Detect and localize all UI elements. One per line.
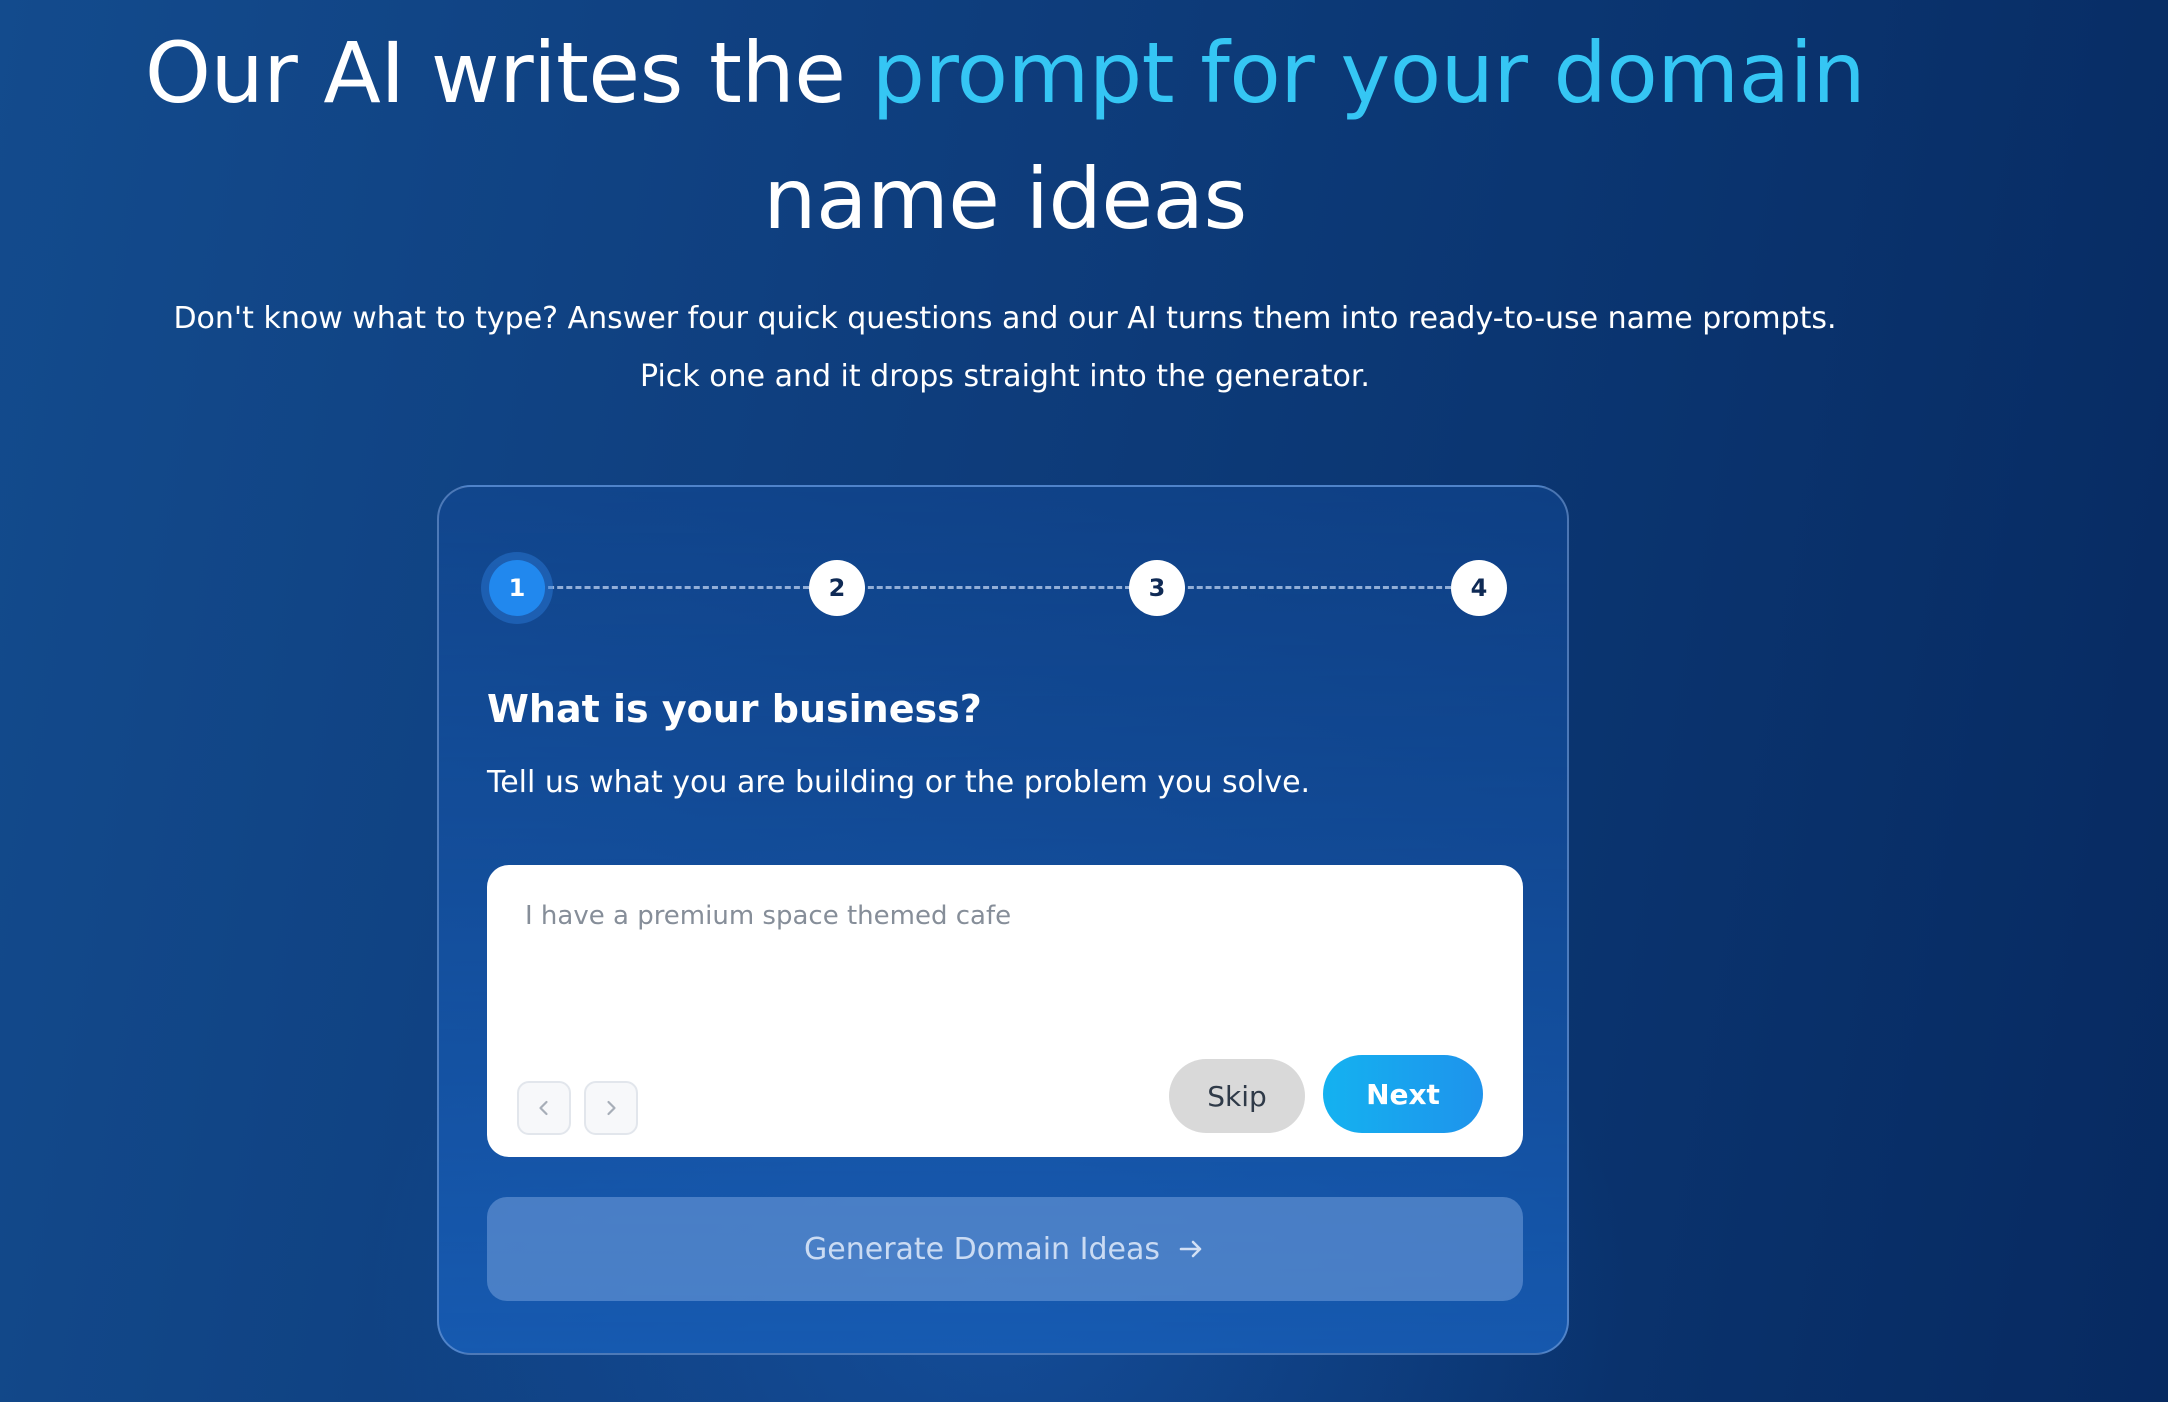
prev-button[interactable]	[517, 1081, 571, 1135]
chevron-left-icon	[539, 1100, 548, 1116]
prompt-wizard-card: 1 2 3 4 What is your business? Tell us w…	[437, 485, 1569, 1355]
arrow-right-icon	[1179, 1240, 1202, 1258]
headline-part1: Our AI writes the	[144, 24, 872, 122]
chevron-right-icon	[607, 1100, 616, 1116]
step-1[interactable]: 1	[489, 560, 545, 616]
generate-label: Generate Domain Ideas	[804, 1231, 1160, 1267]
skip-button[interactable]: Skip	[1169, 1059, 1305, 1133]
subtitle-line1: Don't know what to type? Answer four qui…	[173, 301, 1837, 336]
hero-headline: Our AI writes the prompt for your domain…	[0, 10, 2010, 262]
step-connector	[1179, 586, 1451, 589]
question-title: What is your business?	[487, 687, 982, 731]
headline-line2: name ideas	[763, 150, 1247, 248]
question-description: Tell us what you are building or the pro…	[487, 765, 1311, 800]
business-input-box: Skip Next	[487, 865, 1523, 1157]
next-button[interactable]: Next	[1323, 1055, 1483, 1133]
generate-domain-ideas-button[interactable]: Generate Domain Ideas	[487, 1197, 1523, 1301]
step-connector	[539, 586, 809, 589]
step-connector	[859, 586, 1131, 589]
step-2[interactable]: 2	[809, 560, 865, 616]
stepper: 1 2 3 4	[489, 557, 1525, 617]
hero-subtitle: Don't know what to type? Answer four qui…	[0, 290, 2010, 406]
forward-button[interactable]	[584, 1081, 638, 1135]
subtitle-line2: Pick one and it drops straight into the …	[640, 359, 1370, 394]
step-4[interactable]: 4	[1451, 560, 1507, 616]
business-input[interactable]	[523, 899, 1487, 1023]
step-3[interactable]: 3	[1129, 560, 1185, 616]
headline-accent: prompt for your domain	[871, 24, 1866, 122]
